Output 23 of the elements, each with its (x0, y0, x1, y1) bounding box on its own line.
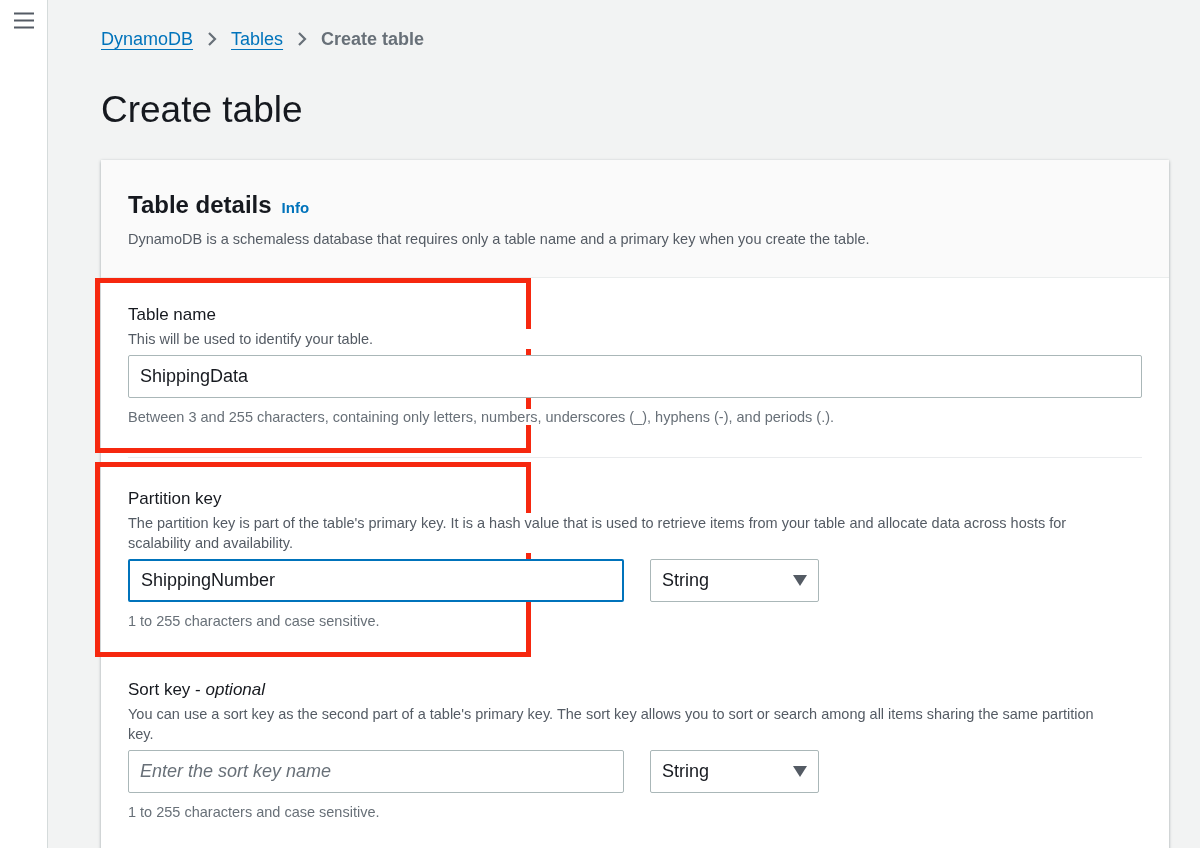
menu-icon[interactable] (13, 12, 34, 29)
card-description: DynamoDB is a schemaless database that requires only a table name and a primary key when you create the table. (128, 230, 871, 249)
type-select[interactable]: String (650, 558, 819, 602)
text-input[interactable]: Enter the sort key name (128, 749, 624, 793)
card-title: Table details (128, 190, 272, 220)
page-title: Create table (101, 88, 304, 132)
chevron-right-icon (297, 31, 308, 47)
chevron-right-icon (207, 31, 218, 47)
caret-icon (793, 574, 807, 586)
breadcrumb-current: Create table (321, 28, 425, 51)
constraint-text: 1 to 255 characters and case sensitive. (128, 803, 380, 820)
breadcrumb-link[interactable]: DynamoDB (101, 26, 194, 52)
field-label: Table name (128, 303, 217, 326)
caret-icon (793, 765, 807, 777)
field-label: Sort key - optional (128, 678, 267, 701)
info-link[interactable]: Info (281, 197, 310, 220)
text-input[interactable]: ShippingNumber (128, 558, 624, 602)
text-input[interactable]: ShippingData (128, 354, 1142, 398)
breadcrumb-link[interactable]: Tables (231, 26, 284, 52)
type-select[interactable]: String (650, 749, 819, 793)
field-label: Partition key (128, 487, 223, 510)
constraint-text: 1 to 255 characters and case sensitive. (128, 612, 380, 629)
constraint-text: Between 3 and 255 characters, containing only letters, numbers, underscores (_), hyphens (-), and periods (.). (128, 408, 835, 425)
